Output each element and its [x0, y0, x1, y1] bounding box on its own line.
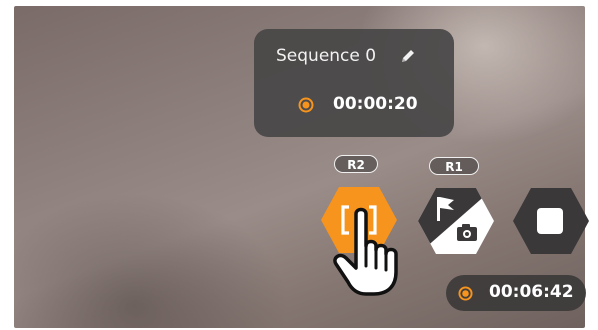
pencil-icon[interactable]	[399, 47, 417, 65]
sequence-panel: Sequence 0 00:00:20	[254, 29, 454, 137]
marker-button[interactable]	[416, 186, 496, 256]
r2-key-badge: R2	[334, 155, 378, 173]
timer-time: 00:06:42	[489, 282, 574, 302]
stop-icon	[537, 208, 563, 234]
r1-key-badge: R1	[429, 157, 479, 175]
record-dot-icon	[298, 97, 314, 113]
recording-timer: 00:06:42	[446, 275, 586, 311]
sequence-time: 00:00:20	[333, 94, 418, 114]
sequence-button[interactable]	[319, 185, 399, 255]
record-dot-icon	[458, 286, 473, 301]
stop-button[interactable]	[511, 186, 591, 256]
sequence-title: Sequence 0	[276, 46, 377, 66]
